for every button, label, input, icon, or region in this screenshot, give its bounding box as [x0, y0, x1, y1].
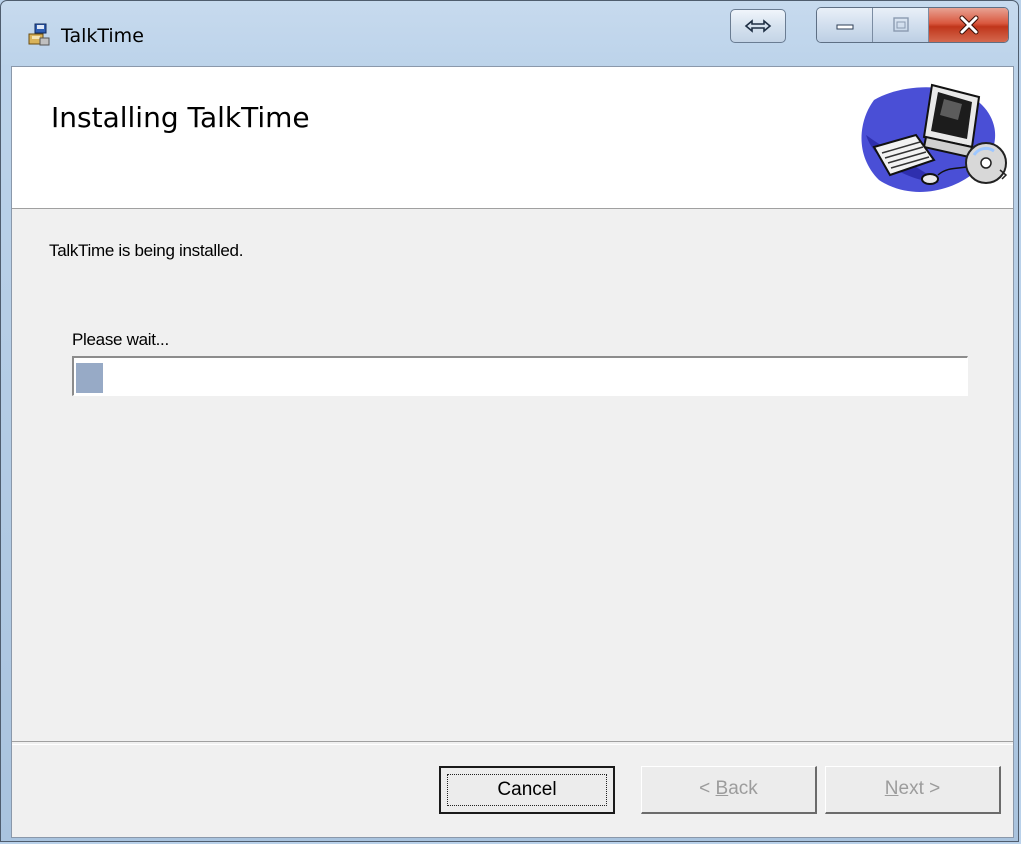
resize-button[interactable]: [730, 9, 786, 43]
minimize-icon: [836, 24, 853, 30]
page-title: Installing TalkTime: [51, 101, 310, 134]
window-caption-buttons: [816, 7, 1009, 43]
install-status-text: TalkTime is being installed.: [49, 241, 244, 260]
minimize-button[interactable]: [817, 8, 873, 42]
maximize-button[interactable]: [873, 8, 929, 42]
installer-client-area: Installing TalkTime TalkTime is being in…: [11, 66, 1014, 838]
close-button[interactable]: [929, 8, 1008, 42]
cancel-button[interactable]: Cancel: [439, 766, 615, 814]
back-button[interactable]: < Back: [641, 766, 817, 814]
progress-label: Please wait...: [72, 330, 169, 349]
install-progress-bar: [72, 356, 968, 396]
footer-divider: [12, 741, 1013, 745]
installer-window: TalkTime Installing TalkTime TalkTime is…: [0, 0, 1019, 842]
resize-icon: [744, 19, 772, 33]
next-label: Next >: [884, 778, 941, 799]
computer-setup-graphic: [854, 75, 1014, 200]
installer-icon: [27, 23, 51, 47]
header-banner: Installing TalkTime: [12, 67, 1013, 209]
maximize-icon: [892, 17, 909, 32]
title-bar[interactable]: TalkTime: [1, 1, 1020, 61]
cancel-label: Cancel: [497, 779, 557, 800]
progress-fill: [76, 363, 103, 393]
close-icon: [959, 15, 978, 35]
window-title: TalkTime: [61, 25, 144, 47]
next-button[interactable]: Next >: [825, 766, 1001, 814]
back-label: < Back: [699, 778, 758, 799]
